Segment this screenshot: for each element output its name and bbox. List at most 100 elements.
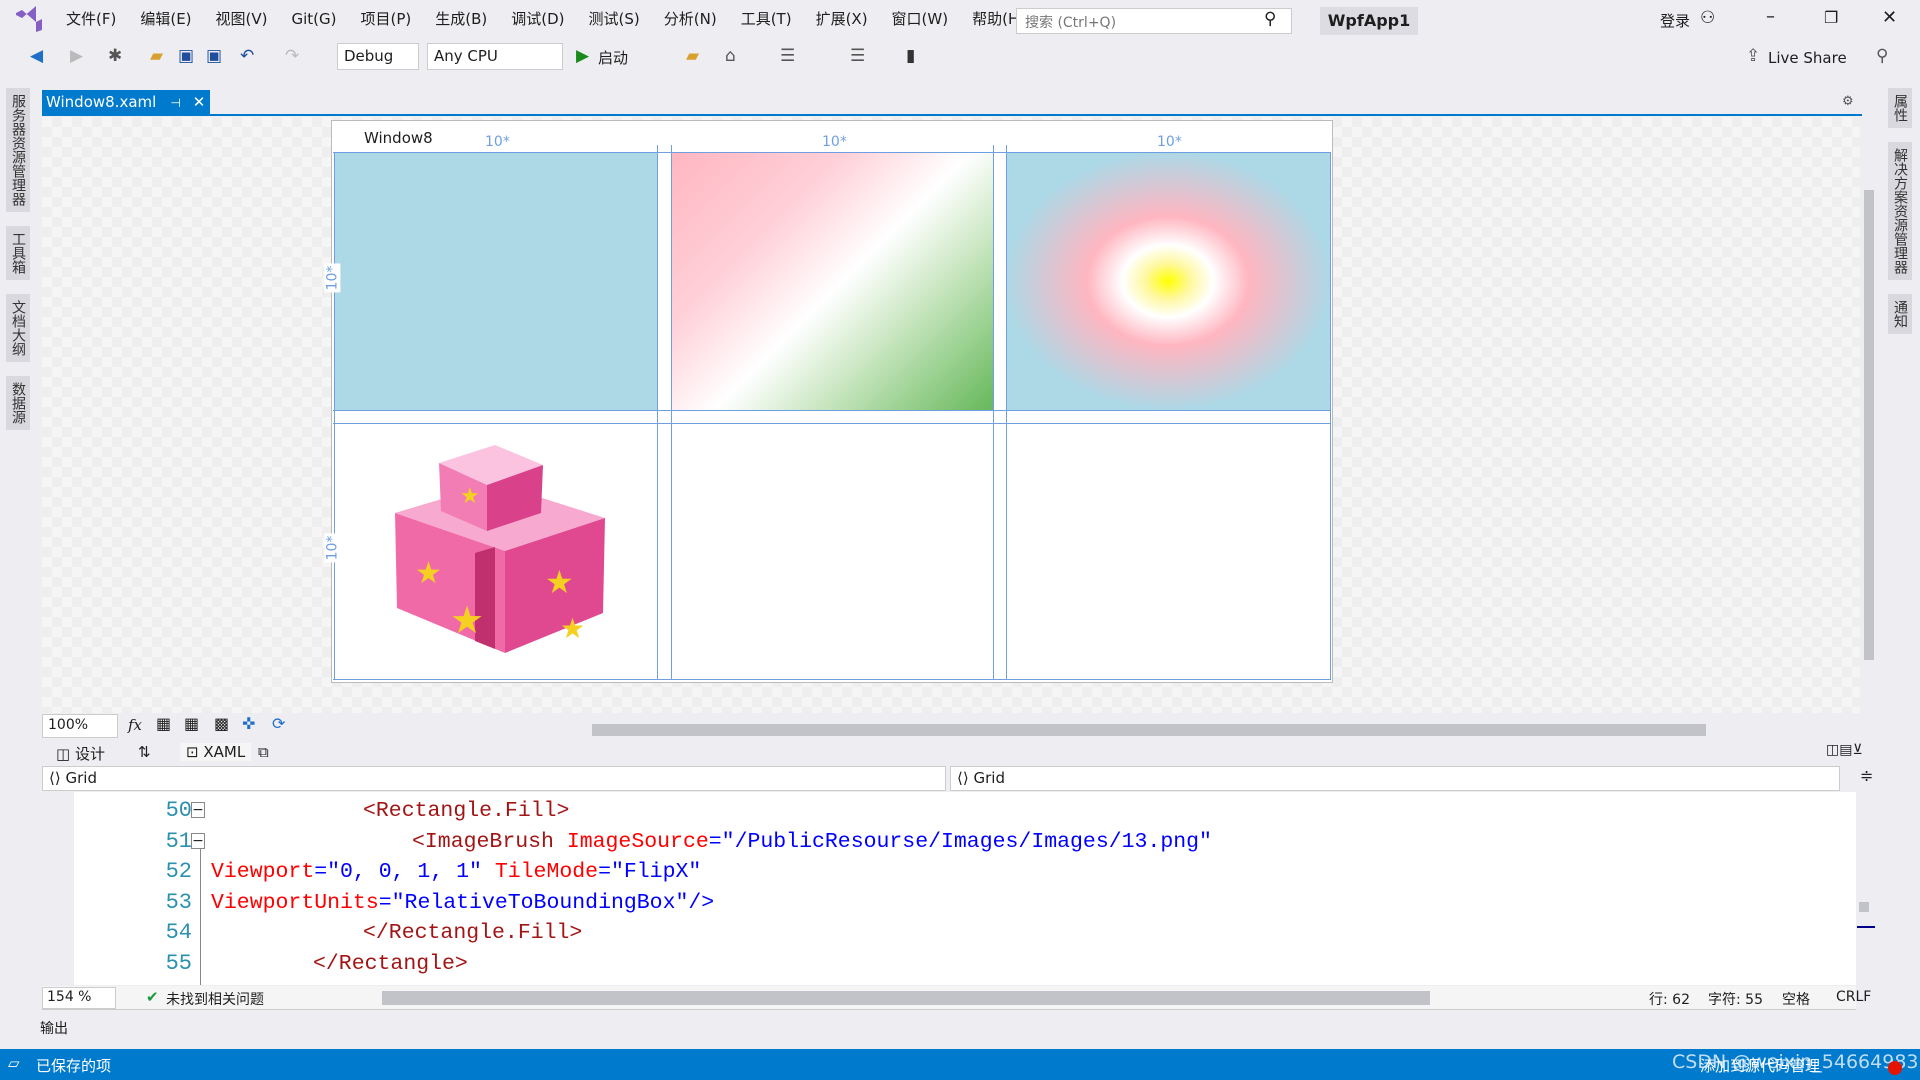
fx-icon[interactable]: fx xyxy=(128,716,142,734)
tab-underline xyxy=(42,114,1862,116)
minimize-button[interactable]: – xyxy=(1766,6,1775,27)
server-explorer-tab[interactable]: 服务器资源管理器 xyxy=(6,88,30,212)
document-outline-tab[interactable]: 文档大纲 xyxy=(6,294,30,362)
svg-text:★: ★ xyxy=(415,556,442,591)
data-sources-tab[interactable]: 数据源 xyxy=(6,376,30,430)
menu-test[interactable]: 测试(S) xyxy=(577,0,652,38)
cell-radial-gradient-rect[interactable] xyxy=(1006,152,1330,410)
grid-toggle-icon[interactable]: ▦ xyxy=(156,714,171,733)
output-tab[interactable]: 输出 xyxy=(40,1018,68,1038)
column-width-label[interactable]: 10* xyxy=(1155,134,1184,150)
row-height-label[interactable]: 10* xyxy=(324,533,341,563)
forward-icon[interactable]: ▶ xyxy=(70,46,83,66)
snap-lines-icon[interactable]: ✜ xyxy=(242,714,255,733)
row-height-label[interactable]: 10* xyxy=(324,263,341,293)
back-icon[interactable]: ◀ xyxy=(30,46,43,66)
tab-window8-xaml[interactable]: Window8.xaml ⊣ ✕ xyxy=(42,90,210,115)
cell-empty[interactable] xyxy=(1006,423,1330,678)
login-link[interactable]: 登录 xyxy=(1660,10,1690,31)
tab-close-icon[interactable]: ✕ xyxy=(193,93,206,111)
menu-edit[interactable]: 编辑(E) xyxy=(128,0,203,38)
code-token: ="0, 0, 1, 1" xyxy=(314,860,482,884)
save-icon[interactable]: ▣ xyxy=(178,46,194,66)
bookmark-icon[interactable]: ▮ xyxy=(906,46,915,66)
undo-icon[interactable]: ↶ xyxy=(240,46,254,66)
account-icon[interactable]: ⚇ xyxy=(1700,8,1715,28)
column-width-label[interactable]: 10* xyxy=(820,134,849,150)
pin-icon[interactable]: ⊣ xyxy=(170,96,180,110)
designer-zoom-select[interactable]: 100% xyxy=(42,714,118,738)
xaml-tab[interactable]: ⊡ XAML xyxy=(180,743,252,761)
code-token: ="RelativeToBoundingBox"/> xyxy=(378,891,715,915)
menu-window[interactable]: 窗口(W) xyxy=(880,0,961,38)
close-button[interactable]: ✕ xyxy=(1882,7,1897,28)
snap-grid-icon[interactable]: ▦ xyxy=(184,714,199,733)
code-token: ="/PublicResourse/Images/Images/13.png" xyxy=(708,830,1212,854)
swap-panes-icon[interactable]: ⇅ xyxy=(138,743,151,761)
feedback-icon[interactable]: ⚲ xyxy=(1876,46,1888,66)
redo-icon[interactable]: ↷ xyxy=(285,46,299,66)
properties-tab[interactable]: 属性 xyxy=(1888,88,1912,128)
cell-linear-gradient-rect[interactable] xyxy=(671,152,993,410)
menu-tools[interactable]: 工具(T) xyxy=(729,0,804,38)
search-icon[interactable]: ⚲ xyxy=(1264,9,1276,29)
split-layout-icons[interactable]: ◫▤⊻ xyxy=(1826,742,1863,758)
xaml-editor[interactable]: 50 51 52 53 54 55 − − <Rectangle.Fill> <… xyxy=(42,792,1875,985)
search-input[interactable]: 搜索 (Ctrl+Q) xyxy=(1016,8,1292,34)
window-title: Window8 xyxy=(364,129,433,147)
menu-view[interactable]: 视图(V) xyxy=(204,0,280,38)
config-select[interactable]: Debug xyxy=(337,43,419,70)
menu-git[interactable]: Git(G) xyxy=(280,0,349,38)
refresh-icon[interactable]: ⟳ xyxy=(272,714,285,733)
watermark: CSDN @weixin_54664983 xyxy=(1672,1051,1919,1073)
editor-hscrollbar[interactable] xyxy=(382,991,1430,1005)
indent-icon[interactable]: ☰ xyxy=(780,46,795,66)
split-icon[interactable]: ≑ xyxy=(1860,766,1873,785)
platform-select[interactable]: Any CPU xyxy=(427,43,563,70)
element-nav-left[interactable]: ⟨⟩ Grid xyxy=(42,766,946,791)
start-icon[interactable]: ▶ xyxy=(576,46,589,66)
toolbox-tab[interactable]: 工具箱 xyxy=(6,226,30,280)
restore-button[interactable]: ❐ xyxy=(1824,8,1838,27)
menu-extensions[interactable]: 扩展(X) xyxy=(804,0,880,38)
cell-lightblue-rect[interactable] xyxy=(335,152,657,410)
menu-project[interactable]: 项目(P) xyxy=(349,0,424,38)
save-all-icon[interactable]: ▣ xyxy=(206,46,222,66)
cell-empty[interactable] xyxy=(671,423,993,678)
issues-status[interactable]: 未找到相关问题 xyxy=(166,989,264,1009)
menu-build[interactable]: 生成(B) xyxy=(423,0,499,38)
indent-indicator[interactable]: 空格 xyxy=(1782,989,1810,1009)
popout-icon[interactable]: ⧉ xyxy=(258,743,269,761)
line-indicator: 行: 62 xyxy=(1649,992,1690,1008)
svg-text:★: ★ xyxy=(560,612,585,645)
menu-debug[interactable]: 调试(D) xyxy=(499,0,576,38)
collapse-icon[interactable]: − xyxy=(191,802,205,818)
menu-file[interactable]: 文件(F) xyxy=(54,0,128,38)
comment-icon[interactable]: ☰ xyxy=(850,46,865,66)
find-icon[interactable]: ▰ xyxy=(686,46,699,66)
design-tab[interactable]: ◫ 设计 xyxy=(56,743,105,764)
designer-vscrollbar[interactable] xyxy=(1864,190,1874,660)
home-icon[interactable]: ⌂ xyxy=(725,46,736,66)
notifications-tab[interactable]: 通知 xyxy=(1888,294,1912,334)
start-button[interactable]: 启动 xyxy=(598,47,628,68)
notification-badge[interactable] xyxy=(1888,1061,1902,1075)
open-icon[interactable]: ▰ xyxy=(150,46,163,66)
artboard-icon[interactable]: ▩ xyxy=(214,714,229,733)
solution-explorer-tab[interactable]: 解决方案资源管理器 xyxy=(1888,142,1912,280)
collapse-icon[interactable]: − xyxy=(191,833,205,849)
editor-zoom-select[interactable]: 154 % xyxy=(42,987,116,1009)
column-width-label[interactable]: 10* xyxy=(483,134,512,150)
code-line-51: <ImageBrush ImageSource="/PublicResourse… xyxy=(412,830,1212,854)
new-item-icon[interactable]: ✱ xyxy=(108,46,122,66)
eol-indicator[interactable]: CRLF xyxy=(1836,989,1871,1005)
settings-icon[interactable]: ⚙ xyxy=(1842,94,1854,109)
live-share-icon[interactable]: ⇪ xyxy=(1746,46,1760,66)
cell-image-brush-rect[interactable]: ★ ★ ★ ★ ★ xyxy=(335,423,657,678)
code-token: ViewportUnits xyxy=(211,891,379,915)
editor-vscrollbar[interactable] xyxy=(1857,802,1875,982)
designer-hscrollbar[interactable] xyxy=(592,724,1706,736)
live-share-button[interactable]: Live Share xyxy=(1768,49,1847,67)
menu-analyze[interactable]: 分析(N) xyxy=(652,0,729,38)
element-nav-right[interactable]: ⟨⟩ Grid xyxy=(950,766,1840,791)
